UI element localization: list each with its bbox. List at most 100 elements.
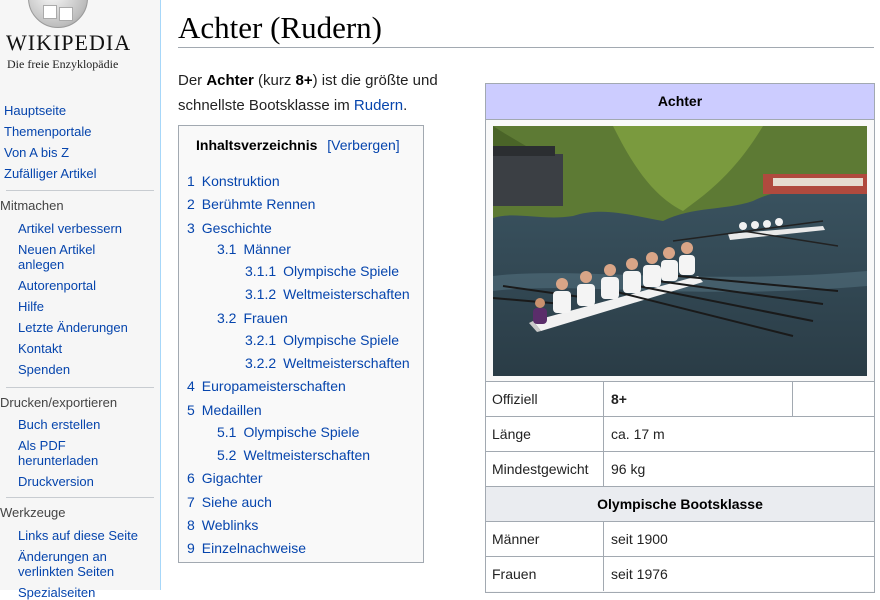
infobox-row: Länge ca. 17 m [486,416,874,451]
nav-letzte-aenderungen[interactable]: Letzte Änderungen [18,320,128,335]
toc-item-3-1[interactable]: 3.1 Männer [217,241,291,257]
infobox-cell-divider [603,522,604,556]
toc-label: Geschichte [201,220,272,236]
toc-toggle-link[interactable]: [Verbergen] [327,137,399,153]
rowing-photo-illustration [493,126,867,376]
link-rudern[interactable]: Rudern [354,97,403,114]
toc-number: 5.1 [217,424,237,440]
nav-aenderungen-verlinkt[interactable]: Änderungen an verlinkten Seiten [18,549,114,579]
infobox-cell-divider [603,452,604,486]
infobox-subheader: Olympische Bootsklasse [486,486,874,521]
nav-werkzeuge: Links auf diese Seite Änderungen an verl… [0,528,138,600]
infobox-key: Offiziell [492,391,538,407]
toc-item-3-2[interactable]: 3.2 Frauen [217,310,288,326]
toc-label: Weltmeisterschaften [283,355,410,371]
toc-label: Weltmeisterschaften [283,286,410,302]
infobox-value: ca. 17 m [611,426,665,442]
infobox-value: seit 1976 [611,566,668,582]
intro-text: (kurz [253,72,296,89]
nav-hilfe[interactable]: Hilfe [18,299,44,314]
nav-themenportale[interactable]: Themenportale [4,124,91,139]
toc-header: Inhaltsverzeichnis [Verbergen] [196,137,400,153]
nav-als-pdf[interactable]: Als PDF herunterladen [18,438,98,468]
intro-bold-8plus: 8+ [295,72,313,89]
nav-buch-erstellen[interactable]: Buch erstellen [18,417,100,432]
toc-title: Inhaltsverzeichnis [196,137,318,153]
toc-item-3-1-1[interactable]: 3.1.1 Olympische Spiele [245,263,399,279]
toc-label: Konstruktion [201,173,280,189]
nav-heading-werkzeuge[interactable]: Werkzeuge [0,505,66,520]
toc-number: 3.1 [217,241,237,257]
toc-item-4[interactable]: 4 Europameisterschaften [187,378,346,394]
nav-zufaelliger-artikel[interactable]: Zufälliger Artikel [4,166,96,181]
toc-number: 4 [187,378,195,394]
infobox-title: Achter [486,84,874,120]
toc-number: 2 [187,196,195,212]
nav-druckversion[interactable]: Druckversion [18,474,94,489]
toc-label: Olympische Spiele [283,263,400,279]
toc-number: 5 [187,402,195,418]
intro-paragraph: Der Achter (kurz 8+) ist die größte und … [178,68,468,118]
infobox-value: 96 kg [611,461,646,477]
infobox-row: Mindestgewicht 96 kg [486,451,874,486]
nav-mitmachen: Artikel verbessern Neuen Artikel anlegen… [0,221,128,377]
nav-autorenportal[interactable]: Autorenportal [18,278,96,293]
nav-links-auf-diese-seite[interactable]: Links auf diese Seite [18,528,138,543]
title-divider [178,47,874,48]
infobox-row: Männer seit 1900 [486,521,874,556]
infobox-cell-divider [603,557,604,591]
toc-item-3-1-2[interactable]: 3.1.2 Weltmeisterschaften [245,286,410,302]
nav-heading-mitmachen[interactable]: Mitmachen [0,198,64,213]
infobox-key: Frauen [492,566,537,582]
toc-item-3-2-1[interactable]: 3.2.1 Olympische Spiele [245,332,399,348]
nav-hauptseite[interactable]: Hauptseite [4,103,66,118]
toc-number: 7 [187,494,195,510]
intro-bold-achter: Achter [206,72,254,89]
toc-label: Gigachter [201,470,263,486]
wikipedia-wordmark[interactable]: WIKIPEDIA [6,30,131,56]
rowing-eight-photo[interactable] [493,126,867,376]
nav-kontakt[interactable]: Kontakt [18,341,62,356]
toc-item-5[interactable]: 5 Medaillen [187,402,262,418]
toc-label: Weltmeisterschaften [243,447,371,463]
toc-number: 8 [187,517,195,533]
toc-label: Olympische Spiele [243,424,360,440]
toc-number: 5.2 [217,447,237,463]
page-title: Achter (Rudern) [178,10,382,45]
toc-number: 3 [187,220,195,236]
toc-item-1[interactable]: 1 Konstruktion [187,173,280,189]
toc-item-5-1[interactable]: 5.1 Olympische Spiele [217,424,359,440]
wikipedia-globe-logo[interactable] [28,0,88,28]
intro-text: Der [178,72,207,89]
nav-artikel-verbessern[interactable]: Artikel verbessern [18,221,122,236]
toc-label: Medaillen [201,402,262,418]
toc-item-7[interactable]: 7 Siehe auch [187,494,272,510]
infobox-row: Offiziell 8+ [486,381,874,416]
infobox-value: 8+ [611,391,627,407]
infobox-cell-divider [792,382,793,416]
infobox-key: Länge [492,426,531,442]
nav-spezialseiten[interactable]: Spezialseiten [18,585,95,600]
toc-label: Männer [243,241,291,257]
toc-item-3[interactable]: 3 Geschichte [187,220,272,236]
nav-spenden[interactable]: Spenden [18,362,70,377]
toc-label: Siehe auch [201,494,272,510]
infobox-cell-divider [603,417,604,451]
toc-item-5-2[interactable]: 5.2 Weltmeisterschaften [217,447,370,463]
toc-label: Einzelnachweise [201,540,307,556]
toc-number: 3.1.2 [245,286,277,302]
toc-item-3-2-2[interactable]: 3.2.2 Weltmeisterschaften [245,355,410,371]
toc-item-9[interactable]: 9 Einzelnachweise [187,540,306,556]
toc-item-8[interactable]: 8 Weblinks [187,517,258,533]
toc-number: 6 [187,470,195,486]
intro-text: . [403,97,408,114]
infobox-cell-divider [603,382,604,416]
toc-label: Frauen [243,310,288,326]
toc-item-2[interactable]: 2 Berühmte Rennen [187,196,315,212]
nav-neuen-artikel-anlegen[interactable]: Neuen Artikel anlegen [18,242,95,272]
nav-heading-drucken[interactable]: Drucken/exportieren [0,395,117,410]
toc-item-6[interactable]: 6 Gigachter [187,470,263,486]
infobox-key: Männer [492,531,540,547]
infobox-value: seit 1900 [611,531,668,547]
nav-von-a-bis-z[interactable]: Von A bis Z [4,145,69,160]
